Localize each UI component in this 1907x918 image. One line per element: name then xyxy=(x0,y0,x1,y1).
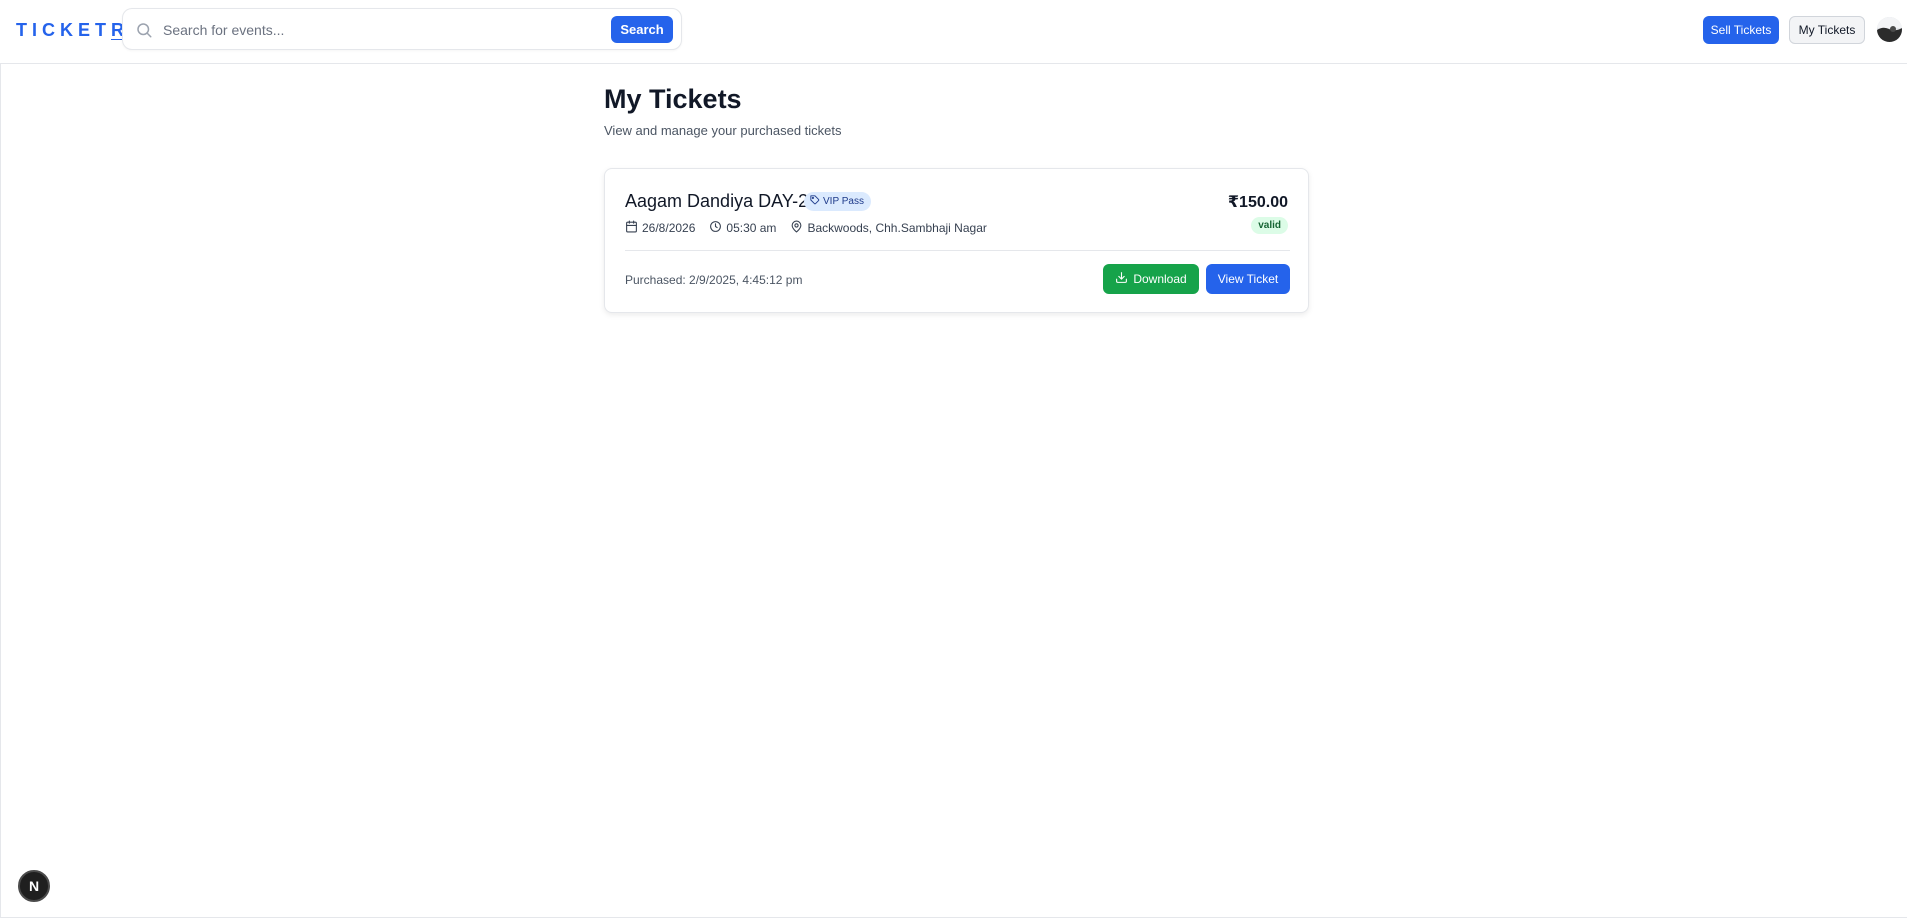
download-label: Download xyxy=(1133,272,1187,286)
event-meta: 26/8/2026 05:30 am Backwoods, Chh.Sambha… xyxy=(625,220,1001,236)
user-avatar[interactable] xyxy=(1877,17,1902,42)
page-title: My Tickets xyxy=(604,84,742,114)
view-ticket-button[interactable]: View Ticket xyxy=(1206,264,1290,294)
search-button[interactable]: Search xyxy=(611,16,673,43)
dev-tools-indicator[interactable]: N xyxy=(18,870,50,902)
event-date-text: 26/8/2026 xyxy=(642,221,696,235)
event-location-text: Backwoods, Chh.Sambhaji Nagar xyxy=(807,221,987,235)
tag-icon xyxy=(810,195,820,208)
logo-text: TICKET xyxy=(16,19,111,40)
event-location: Backwoods, Chh.Sambhaji Nagar xyxy=(790,220,987,236)
clock-icon xyxy=(709,220,722,236)
card-divider xyxy=(625,250,1290,251)
ticketr-logo[interactable]: TICKET R xyxy=(16,18,129,42)
page-frame xyxy=(0,0,1907,918)
sell-tickets-button[interactable]: Sell Tickets xyxy=(1703,16,1779,44)
map-pin-icon xyxy=(790,220,803,236)
download-button[interactable]: Download xyxy=(1103,264,1199,294)
event-time-text: 05:30 am xyxy=(726,221,777,235)
search-bar: Search xyxy=(122,8,682,50)
top-navbar: TICKETR Search Sell Tickets My Tickets xyxy=(0,0,1907,64)
event-time: 05:30 am xyxy=(709,220,776,236)
search-input[interactable] xyxy=(163,17,603,43)
ticket-card: Aagam Dandiya DAY-2 VIP Pass ₹150.00 val… xyxy=(604,168,1309,313)
download-icon xyxy=(1115,271,1128,287)
event-date: 26/8/2026 xyxy=(625,220,695,236)
ticket-type-label: VIP Pass xyxy=(823,196,864,207)
ticket-type-badge: VIP Pass xyxy=(804,192,871,211)
search-icon xyxy=(135,21,153,39)
my-tickets-button[interactable]: My Tickets xyxy=(1789,16,1865,44)
ticket-price: ₹150.00 xyxy=(1227,194,1288,211)
page-subtitle: View and manage your purchased tickets xyxy=(604,123,842,138)
purchase-date: Purchased: 2/9/2025, 4:45:12 pm xyxy=(625,273,803,287)
event-title: Aagam Dandiya DAY-2 xyxy=(625,191,809,211)
status-badge: valid xyxy=(1251,217,1288,234)
calendar-icon xyxy=(625,220,638,236)
